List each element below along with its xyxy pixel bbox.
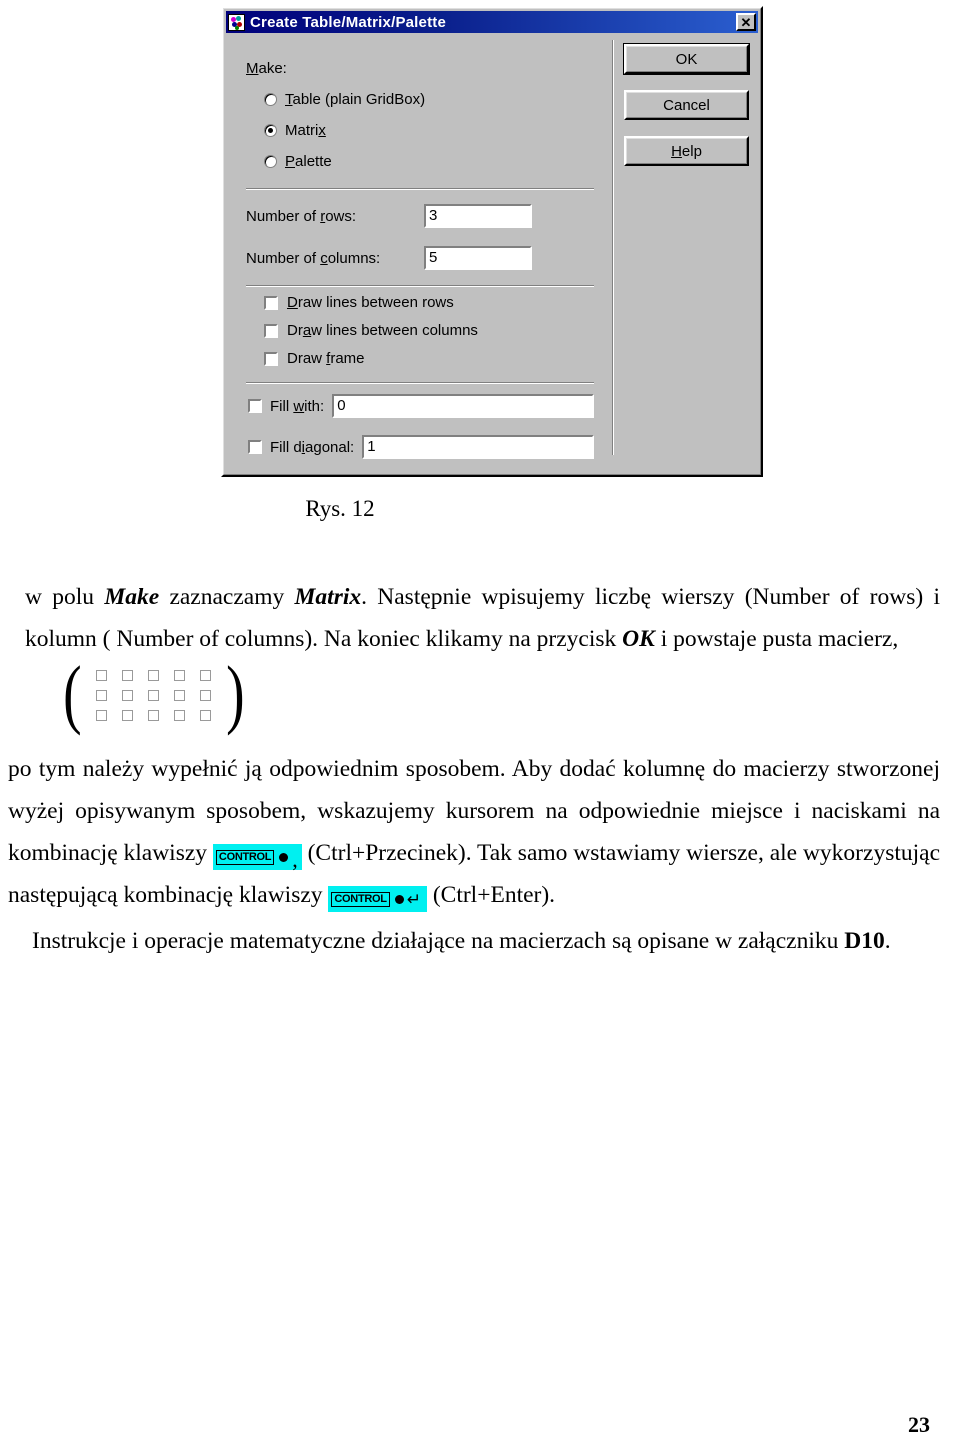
paragraph-3: Instrukcje i operacje matematyczne dział… — [32, 928, 891, 954]
paragraph-1: w polu Make zaznaczamy Matrix. Następnie… — [25, 584, 940, 652]
matrix-cell — [174, 689, 186, 701]
input-number-of-rows[interactable]: 3 — [424, 204, 532, 228]
cancel-button-label: Cancel — [663, 96, 710, 114]
radio-label-matrix: Matrix — [285, 122, 326, 139]
radio-icon-table[interactable] — [264, 93, 277, 106]
input-fill-diagonal[interactable]: 1 — [362, 435, 594, 459]
make-mnemonic: M — [246, 60, 259, 77]
radio-label-palette: Palette — [285, 153, 332, 170]
matrix-cell — [96, 709, 108, 721]
separator-2 — [246, 285, 594, 287]
matrix-cell — [200, 669, 212, 681]
dialog-titlebar[interactable]: Create Table/Matrix/Palette ✕ — [226, 11, 758, 33]
label-fill-with: Fill with: — [270, 397, 325, 415]
make-group-label: Make: — [246, 60, 287, 77]
emphasis-ok: OK — [622, 626, 655, 652]
matrix-cell — [200, 689, 212, 701]
dialog-button-pane: OK Cancel Help — [623, 43, 750, 182]
key-dot-icon — [394, 895, 404, 905]
separator-3 — [246, 382, 594, 384]
empty-matrix-figure: ( ) — [60, 650, 247, 738]
palette-icon — [228, 13, 245, 31]
label-number-of-columns: Number of columns: — [246, 249, 381, 267]
ok-button[interactable]: OK — [623, 43, 750, 75]
checkbox-icon-draw-lines-between-rows[interactable] — [264, 295, 278, 310]
matrix-cell — [96, 689, 108, 701]
matrix-cell — [122, 669, 134, 681]
radio-label-table: Table (plain GridBox) — [285, 91, 426, 108]
checkbox-icon-draw-frame[interactable] — [264, 351, 278, 366]
emphasis-make: Make — [104, 584, 160, 610]
checkbox-draw-lines-between-rows[interactable]: Draw lines between rows — [264, 294, 454, 311]
matrix-cell — [174, 669, 186, 681]
checkbox-draw-frame[interactable]: Draw frame — [264, 350, 365, 367]
checkbox-label-draw-frame: Draw frame — [287, 350, 365, 367]
matrix-cell — [174, 709, 186, 721]
checkbox-draw-lines-between-columns[interactable]: Draw lines between columns — [264, 322, 478, 339]
dialog-body: Make: Table (plain GridBox) Matrix Palet… — [226, 36, 758, 472]
label-fill-diagonal: Fill diagonal: — [270, 438, 355, 456]
matrix-cell — [122, 709, 134, 721]
field-number-of-columns: Number of columns: 5 — [246, 246, 594, 270]
page-number: 23 — [908, 1412, 930, 1437]
emphasis-d10: D10 — [844, 928, 885, 954]
right-paren: ) — [225, 650, 245, 738]
radio-icon-palette[interactable] — [264, 155, 277, 168]
row-fill-diagonal: Fill diagonal: 1 — [248, 435, 594, 459]
key-dot-icon — [279, 853, 289, 863]
key-combo-ctrl-enter: CONTROL ↵ — [328, 886, 427, 912]
separator-1 — [246, 188, 594, 190]
input-number-of-columns[interactable]: 5 — [424, 246, 532, 270]
input-fill-with[interactable]: 0 — [332, 394, 594, 418]
checkbox-icon-draw-lines-between-columns[interactable] — [264, 323, 278, 338]
enter-key-icon: ↵ — [406, 890, 421, 910]
matrix-cell — [148, 669, 160, 681]
matrix-cell — [200, 709, 212, 721]
radio-matrix[interactable]: Matrix — [264, 122, 326, 139]
radio-palette[interactable]: Palette — [264, 153, 332, 170]
checkbox-icon-fill-with[interactable] — [248, 399, 262, 413]
comma-key-glyph: , — [292, 847, 298, 872]
left-paren: ( — [63, 650, 82, 738]
key-combo-ctrl-comma: CONTROL, — [212, 844, 302, 872]
radio-icon-matrix[interactable] — [264, 124, 277, 137]
figure-caption: Rys. 12 — [305, 496, 375, 521]
cancel-button[interactable]: Cancel — [624, 90, 749, 120]
control-key-cap: CONTROL — [215, 850, 275, 866]
paragraph-2: po tym należy wypełnić ją odpowiednim sp… — [8, 748, 940, 916]
checkbox-icon-fill-diagonal[interactable] — [248, 440, 262, 454]
ok-button-label: OK — [675, 50, 698, 68]
help-button-label: Help — [671, 142, 702, 160]
dialog-title: Create Table/Matrix/Palette — [250, 13, 447, 31]
checkbox-label-draw-lines-between-columns: Draw lines between columns — [287, 322, 478, 339]
radio-table[interactable]: Table (plain GridBox) — [264, 91, 425, 108]
matrix-cell — [122, 689, 134, 701]
matrix-cell-grid — [83, 663, 225, 725]
matrix-cell — [148, 709, 160, 721]
emphasis-matrix: Matrix — [294, 584, 362, 610]
make-label-rest: ake: — [258, 60, 287, 77]
help-button[interactable]: Help — [624, 136, 749, 166]
label-number-of-rows: Number of rows: — [246, 207, 357, 225]
field-number-of-rows: Number of rows: 3 — [246, 204, 594, 228]
checkbox-label-draw-lines-between-rows: Draw lines between rows — [287, 294, 454, 311]
matrix-cell — [96, 669, 108, 681]
close-icon[interactable]: ✕ — [736, 13, 756, 31]
control-key-cap: CONTROL — [331, 892, 390, 908]
matrix-cell — [148, 689, 160, 701]
vertical-separator — [612, 40, 614, 455]
create-table-matrix-palette-dialog: Create Table/Matrix/Palette ✕ Make: Tabl… — [221, 6, 763, 477]
row-fill-with: Fill with: 0 — [248, 394, 594, 418]
